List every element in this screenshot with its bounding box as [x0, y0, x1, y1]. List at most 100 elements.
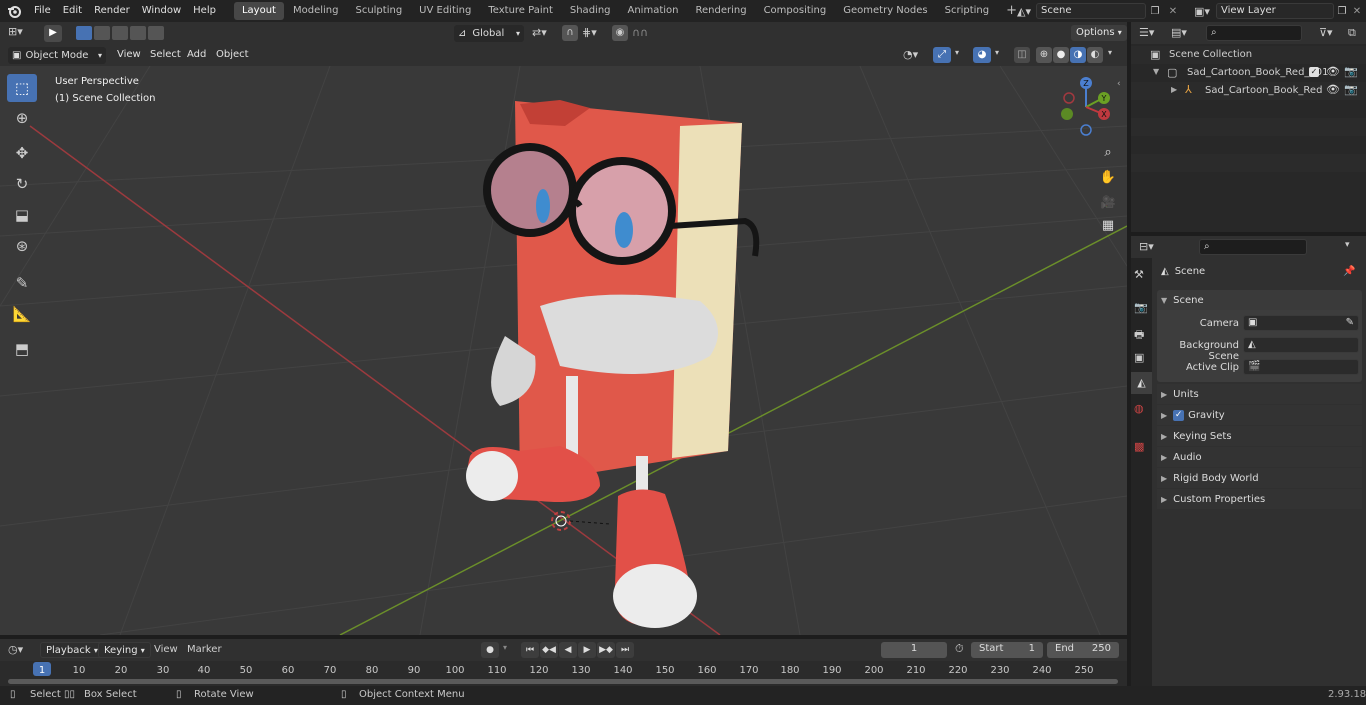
- xray-icon[interactable]: ◫: [1014, 47, 1030, 63]
- expand-arrow-icon[interactable]: ▼: [1153, 67, 1159, 76]
- next-keyframe-icon[interactable]: ▶◆: [597, 642, 615, 658]
- scene-name-field[interactable]: Scene: [1036, 3, 1146, 19]
- gizmo-dropdown-icon[interactable]: ▾: [955, 48, 959, 57]
- shading-buttons[interactable]: ⊕ ● ◑ ◐: [1036, 47, 1103, 63]
- panel-rigid-body-world[interactable]: ▶ Rigid Body World: [1157, 468, 1362, 488]
- scene-selector[interactable]: ◭▾ Scene ❐ ✕: [1012, 2, 1182, 20]
- navigation-gizmo[interactable]: Z Y X: [1056, 74, 1116, 139]
- new-scene-icon[interactable]: ❐: [1146, 6, 1164, 17]
- menu-render[interactable]: Render: [88, 0, 136, 22]
- record-dropdown-icon[interactable]: ▾: [503, 643, 507, 652]
- snap-target-icon[interactable]: ⋕▾: [582, 26, 597, 39]
- jump-start-icon[interactable]: ⏮: [521, 642, 539, 658]
- properties-search-input[interactable]: ⌕: [1199, 239, 1307, 255]
- tab-scripting[interactable]: Scripting: [937, 2, 997, 20]
- tab-shading[interactable]: Shading: [562, 2, 619, 20]
- scene-panel-header[interactable]: ▼ Scene: [1157, 290, 1362, 310]
- menu-view[interactable]: View: [111, 44, 147, 65]
- timeline-scrollbar[interactable]: [8, 679, 1118, 684]
- tab-animation[interactable]: Animation: [620, 2, 687, 20]
- end-frame-field[interactable]: End 250: [1047, 642, 1119, 658]
- gravity-checkbox[interactable]: ✓: [1173, 409, 1185, 421]
- properties-editor-icon[interactable]: ⊟▾: [1139, 240, 1154, 253]
- menu-help[interactable]: Help: [187, 0, 222, 22]
- properties-options-icon[interactable]: ▾: [1345, 240, 1350, 250]
- background-scene-field[interactable]: ◭: [1243, 337, 1359, 353]
- view-layer-field[interactable]: View Layer: [1216, 3, 1334, 19]
- delete-view-layer-icon[interactable]: ✕: [1350, 6, 1364, 17]
- tab-modeling[interactable]: Modeling: [285, 2, 347, 20]
- select-new-icon[interactable]: [76, 26, 92, 40]
- snap-icon[interactable]: ∩: [562, 25, 578, 41]
- menu-add[interactable]: Add: [181, 44, 212, 65]
- camera-view-icon[interactable]: 🎥: [1097, 191, 1119, 213]
- gizmo-toggle-icon[interactable]: ⤢: [933, 47, 951, 63]
- eyedropper-icon[interactable]: ✎: [1346, 316, 1354, 330]
- pivot-icon[interactable]: ⇄▾: [532, 26, 547, 39]
- shading-dropdown-icon[interactable]: ▾: [1108, 48, 1112, 57]
- outliner-search-input[interactable]: ⌕: [1206, 25, 1302, 41]
- object-mode-dropdown[interactable]: ▣ Object Mode ▾: [8, 47, 106, 64]
- transform-tool-icon[interactable]: ⊛: [7, 232, 37, 260]
- camera-render-icon[interactable]: 📷: [1344, 65, 1358, 78]
- current-frame-field[interactable]: 1: [881, 642, 947, 658]
- panel-custom-properties[interactable]: ▶ Custom Properties: [1157, 489, 1362, 509]
- sidebar-toggle-icon[interactable]: ‹: [1117, 79, 1121, 89]
- tab-rendering[interactable]: Rendering: [687, 2, 754, 20]
- tab-sculpting[interactable]: Sculpting: [347, 2, 410, 20]
- material-shading-icon[interactable]: ◑: [1070, 47, 1086, 63]
- play-icon[interactable]: ▶: [578, 642, 596, 658]
- eye-icon[interactable]: 👁: [1326, 65, 1340, 78]
- prev-keyframe-icon[interactable]: ◆◀: [540, 642, 558, 658]
- view-layer-tab-icon[interactable]: ▣: [1134, 351, 1144, 364]
- solid-shading-icon[interactable]: ●: [1053, 47, 1069, 63]
- tool-tab-icon[interactable]: ⚒: [1134, 268, 1144, 281]
- select-mode-icons[interactable]: [76, 26, 164, 40]
- measure-tool-icon[interactable]: 📐: [7, 300, 37, 328]
- select-tool-icon[interactable]: ▶: [44, 25, 62, 42]
- options-dropdown[interactable]: Options ▾: [1071, 25, 1127, 41]
- new-view-layer-icon[interactable]: ❐: [1334, 6, 1350, 17]
- visibility-icon[interactable]: ◔▾: [903, 48, 918, 61]
- timeline-editor-icon[interactable]: ◷▾: [8, 643, 23, 656]
- marker-menu[interactable]: Marker: [187, 644, 222, 655]
- tab-compositing[interactable]: Compositing: [756, 2, 835, 20]
- cursor-tool-icon[interactable]: ⊕: [7, 104, 37, 132]
- rendered-shading-icon[interactable]: ◐: [1087, 47, 1103, 63]
- stopwatch-icon[interactable]: ⏱: [955, 642, 964, 656]
- texture-tab-icon[interactable]: ▩: [1134, 440, 1144, 453]
- playback-menu[interactable]: Playback ▾: [40, 642, 104, 658]
- viewport[interactable]: ⊞▾ ▶ ⊿ Global ▾ ⇄▾ ∩ ⋕▾ ◉ ∩∩ Options ▾ ▣…: [0, 22, 1127, 635]
- select-subtract-icon[interactable]: [112, 26, 128, 40]
- rotate-tool-icon[interactable]: ↻: [7, 170, 37, 198]
- pan-hand-icon[interactable]: ✋: [1097, 167, 1119, 189]
- panel-audio[interactable]: ▶ Audio: [1157, 447, 1362, 467]
- panel-gravity[interactable]: ▶ ✓ Gravity: [1157, 405, 1362, 425]
- transform-orientation-dropdown[interactable]: ⊿ Global ▾: [454, 25, 524, 42]
- render-tab-icon[interactable]: 📷: [1134, 301, 1148, 314]
- outliner-row-object[interactable]: ▶ ⅄ Sad_Cartoon_Book_Red 👁 📷: [1131, 82, 1366, 100]
- menu-object[interactable]: Object: [210, 44, 255, 65]
- keying-menu[interactable]: Keying ▾: [98, 642, 151, 658]
- outliner-row-collection[interactable]: ▼ ▢ Sad_Cartoon_Book_Red_001 ✓ 👁 📷: [1131, 64, 1366, 82]
- scale-tool-icon[interactable]: ⬓: [7, 201, 37, 229]
- falloff-icon[interactable]: ∩∩: [632, 26, 648, 39]
- eye-icon[interactable]: 👁: [1326, 83, 1340, 96]
- outliner-row-root[interactable]: ▣ Scene Collection: [1131, 46, 1366, 64]
- menu-file[interactable]: File: [28, 0, 57, 22]
- overlay-toggle-icon[interactable]: ◕: [973, 47, 991, 63]
- annotate-tool-icon[interactable]: ✎: [7, 269, 37, 297]
- timeline-view-menu[interactable]: View: [154, 644, 178, 655]
- outliner-editor-icon[interactable]: ☰▾: [1139, 26, 1154, 39]
- exclude-checkbox-icon[interactable]: ✓: [1309, 67, 1319, 77]
- select-invert-icon[interactable]: [130, 26, 146, 40]
- proportional-edit-icon[interactable]: ◉: [612, 25, 628, 41]
- move-tool-icon[interactable]: ✥: [7, 139, 37, 167]
- camera-field[interactable]: ▣ ✎: [1243, 315, 1359, 331]
- view-layer-selector[interactable]: ▣▾ View Layer ❐ ✕: [1188, 2, 1366, 20]
- add-cube-tool-icon[interactable]: ⬒: [7, 335, 37, 363]
- camera-render-icon[interactable]: 📷: [1344, 83, 1358, 96]
- scene-tab-icon[interactable]: ◭: [1131, 372, 1152, 394]
- wireframe-shading-icon[interactable]: ⊕: [1036, 47, 1052, 63]
- filter-icon[interactable]: ⊽▾: [1319, 26, 1333, 39]
